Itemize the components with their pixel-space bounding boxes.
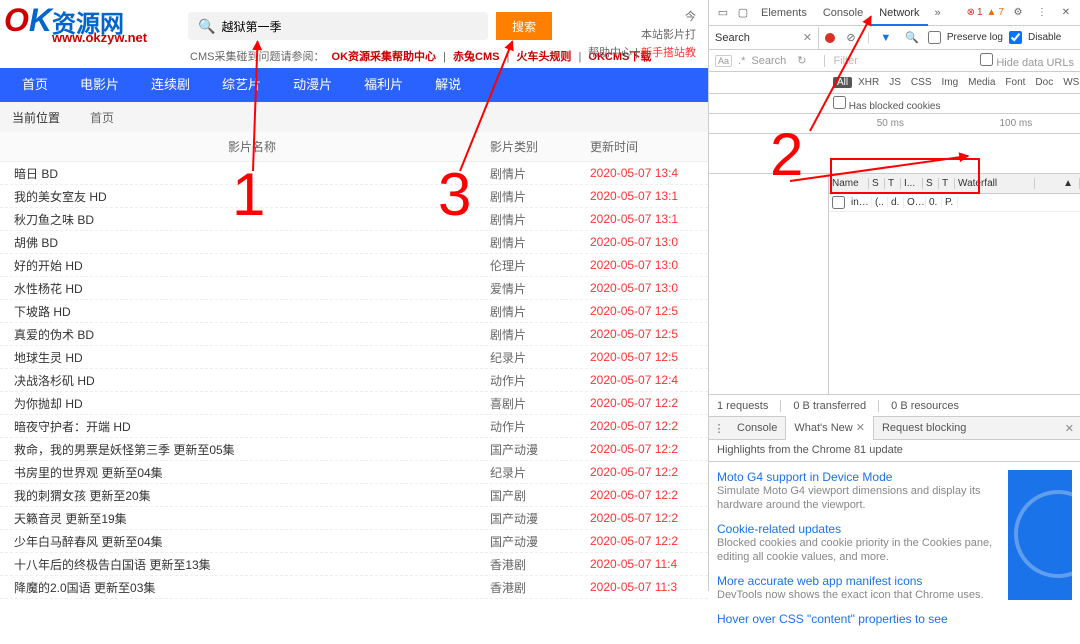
table-row[interactable]: 暗夜守护者：开端 HD动作片2020-05-07 12:2 bbox=[0, 415, 708, 438]
devtools-menu-icon[interactable]: ⋮ bbox=[1034, 5, 1050, 21]
table-row[interactable]: 少年白马醉春风 更新至04集国产动漫2020-05-07 12:2 bbox=[0, 530, 708, 553]
table-row[interactable]: 我的刺猬女孩 更新至20集国产剧2020-05-07 12:2 bbox=[0, 484, 708, 507]
hide-data-urls-checkbox[interactable] bbox=[980, 53, 993, 66]
table-row[interactable]: 秋刀鱼之味 BD剧情片2020-05-07 13:1 bbox=[0, 208, 708, 231]
blocked-cookies-checkbox[interactable] bbox=[833, 96, 846, 109]
search-input[interactable] bbox=[221, 19, 478, 33]
nav-item[interactable]: 综艺片 bbox=[206, 68, 277, 102]
network-summary: 1 requests 0 B transferred 0 B resources bbox=[709, 394, 1080, 416]
table-row[interactable]: 水性杨花 HD爱情片2020-05-07 13:0 bbox=[0, 277, 708, 300]
request-type-filter: AllXHRJSCSSImgMediaFontDocWSManife bbox=[709, 72, 1080, 94]
table-row[interactable]: 暗日 BD剧情片2020-05-07 13:4 bbox=[0, 162, 708, 185]
table-row[interactable]: 地球生灵 HD纪录片2020-05-07 12:5 bbox=[0, 346, 708, 369]
close-drawer-icon[interactable]: ✕ bbox=[1065, 422, 1074, 435]
type-filter-all[interactable]: All bbox=[833, 77, 852, 88]
close-devtools-icon[interactable]: ✕ bbox=[1058, 5, 1074, 21]
tab-console[interactable]: Console bbox=[815, 0, 871, 26]
filter-search-hint: Search bbox=[751, 55, 786, 67]
tab-elements[interactable]: Elements bbox=[753, 0, 815, 26]
nav-item[interactable]: 解说 bbox=[419, 68, 477, 102]
type-filter-xhr[interactable]: XHR bbox=[854, 77, 883, 88]
search-box[interactable]: 🔍 bbox=[188, 12, 488, 40]
table-row[interactable]: 十八年后的终极告白国语 更新至13集香港剧2020-05-07 11:4 bbox=[0, 553, 708, 576]
type-filter-media[interactable]: Media bbox=[964, 77, 999, 88]
case-toggle[interactable]: Aa bbox=[715, 55, 732, 67]
drawer-menu-icon[interactable]: ⋮ bbox=[711, 420, 727, 436]
type-filter-ws[interactable]: WS bbox=[1059, 77, 1080, 88]
tab-network[interactable]: Network bbox=[871, 0, 927, 26]
request-table-header: NameSTI...STWaterfall▲ bbox=[829, 174, 1080, 194]
whatsnew-illustration bbox=[1008, 470, 1072, 600]
whatsnew-link[interactable]: More accurate web app manifest icons bbox=[717, 574, 1000, 588]
top-right-info: 今 本站影片打 帮助中心 | 新手搭站教 bbox=[588, 8, 696, 62]
whatsnew-list: Moto G4 support in Device ModeSimulate M… bbox=[717, 470, 1000, 636]
table-row[interactable]: 天籁音灵 更新至19集国产动漫2020-05-07 12:2 bbox=[0, 507, 708, 530]
type-filter-css[interactable]: CSS bbox=[907, 77, 936, 88]
devtools-panel: ▭ ▢ Elements Console Network » ⊗1 ▲7 ⚙ ⋮… bbox=[708, 0, 1080, 591]
regex-toggle[interactable]: .* bbox=[738, 55, 745, 67]
clear-icon[interactable]: ⊘ bbox=[843, 30, 859, 46]
warning-badge[interactable]: ▲7 bbox=[987, 7, 1004, 18]
settings-icon[interactable]: ⚙ bbox=[1010, 5, 1026, 21]
table-row[interactable]: 真爱的伪术 BD剧情片2020-05-07 12:5 bbox=[0, 323, 708, 346]
inspect-icon[interactable]: ▭ bbox=[715, 5, 731, 21]
search-button[interactable]: 搜索 bbox=[496, 12, 552, 40]
refresh-icon[interactable]: ↻ bbox=[797, 54, 806, 67]
request-checkbox[interactable] bbox=[832, 196, 845, 209]
drawer-tab-request-blocking[interactable]: Request blocking bbox=[874, 416, 974, 440]
record-button[interactable] bbox=[825, 33, 835, 43]
more-tabs-icon[interactable]: » bbox=[930, 5, 946, 21]
nav-item[interactable]: 动漫片 bbox=[277, 68, 348, 102]
table-header: 影片名称 影片类别 更新时间 bbox=[0, 132, 708, 162]
disable-cache-checkbox[interactable] bbox=[1009, 31, 1022, 44]
type-filter-img[interactable]: Img bbox=[937, 77, 962, 88]
filter-icon[interactable]: ▼ bbox=[878, 30, 894, 46]
close-search-icon[interactable]: ✕ bbox=[803, 31, 812, 44]
table-row[interactable]: 为你抛却 HD喜剧片2020-05-07 12:2 bbox=[0, 392, 708, 415]
table-row[interactable]: 下坡路 HD剧情片2020-05-07 12:5 bbox=[0, 300, 708, 323]
filter-input[interactable]: Filter bbox=[824, 55, 857, 67]
device-icon[interactable]: ▢ bbox=[735, 5, 751, 21]
error-badge[interactable]: ⊗1 bbox=[967, 7, 983, 18]
search-icon[interactable]: 🔍 bbox=[904, 30, 920, 46]
locomotive-link[interactable]: 火车头规则 bbox=[516, 51, 571, 63]
table-row[interactable]: 书房里的世界观 更新至04集纪录片2020-05-07 12:2 bbox=[0, 461, 708, 484]
drawer-tab-whatsnew[interactable]: What's New ✕ bbox=[785, 416, 874, 440]
nav-item[interactable]: 福利片 bbox=[348, 68, 419, 102]
table-row[interactable]: 我的美女室友 HD剧情片2020-05-07 13:1 bbox=[0, 185, 708, 208]
table-row[interactable]: 救命，我的男票是妖怪第三季 更新至05集国产动漫2020-05-07 12:2 bbox=[0, 438, 708, 461]
site-logo[interactable]: OK 资源网 www.okzyw.net bbox=[4, 4, 174, 46]
type-filter-js[interactable]: JS bbox=[885, 77, 905, 88]
whatsnew-link[interactable]: Cookie-related updates bbox=[717, 522, 1000, 536]
type-filter-font[interactable]: Font bbox=[1001, 77, 1029, 88]
newbie-link[interactable]: 新手搭站教 bbox=[641, 47, 696, 59]
movie-table: 暗日 BD剧情片2020-05-07 13:4我的美女室友 HD剧情片2020-… bbox=[0, 162, 708, 599]
search-icon: 🔍 bbox=[198, 18, 215, 35]
highlights-bar: Highlights from the Chrome 81 update bbox=[709, 440, 1080, 462]
drawer-tab-console[interactable]: Console bbox=[729, 416, 785, 440]
whatsnew-link[interactable]: Moto G4 support in Device Mode bbox=[717, 470, 1000, 484]
table-row[interactable]: 胡佛 BD剧情片2020-05-07 13:0 bbox=[0, 231, 708, 254]
main-nav: 首页电影片连续剧综艺片动漫片福利片解说 bbox=[0, 68, 708, 102]
type-filter-doc[interactable]: Doc bbox=[1031, 77, 1057, 88]
preserve-log-checkbox[interactable] bbox=[928, 31, 941, 44]
request-row[interactable]: in…(..d.O…0.P. bbox=[829, 194, 1080, 212]
nav-item[interactable]: 连续剧 bbox=[135, 68, 206, 102]
devtools-search[interactable]: Search ✕ bbox=[709, 27, 819, 49]
chitu-cms-link[interactable]: 赤兔CMS bbox=[453, 51, 499, 63]
table-row[interactable]: 降魔的2.0国语 更新至03集香港剧2020-05-07 11:3 bbox=[0, 576, 708, 599]
nav-item[interactable]: 首页 bbox=[6, 68, 64, 102]
table-row[interactable]: 决战洛杉矶 HD动作片2020-05-07 12:4 bbox=[0, 369, 708, 392]
whatsnew-link[interactable]: Hover over CSS "content" properties to s… bbox=[717, 612, 1000, 626]
nav-item[interactable]: 电影片 bbox=[64, 68, 135, 102]
table-row[interactable]: 好的开始 HD伦理片2020-05-07 13:0 bbox=[0, 254, 708, 277]
timeline-ruler: 50 ms 100 ms bbox=[709, 114, 1080, 134]
devtools-tabs: ▭ ▢ Elements Console Network » ⊗1 ▲7 ⚙ ⋮… bbox=[709, 0, 1080, 26]
cms-help-link[interactable]: OK资源采集帮助中心 bbox=[332, 51, 437, 63]
breadcrumb-home[interactable]: 首页 bbox=[90, 109, 114, 126]
breadcrumb: 当前位置 首页 bbox=[0, 102, 708, 132]
